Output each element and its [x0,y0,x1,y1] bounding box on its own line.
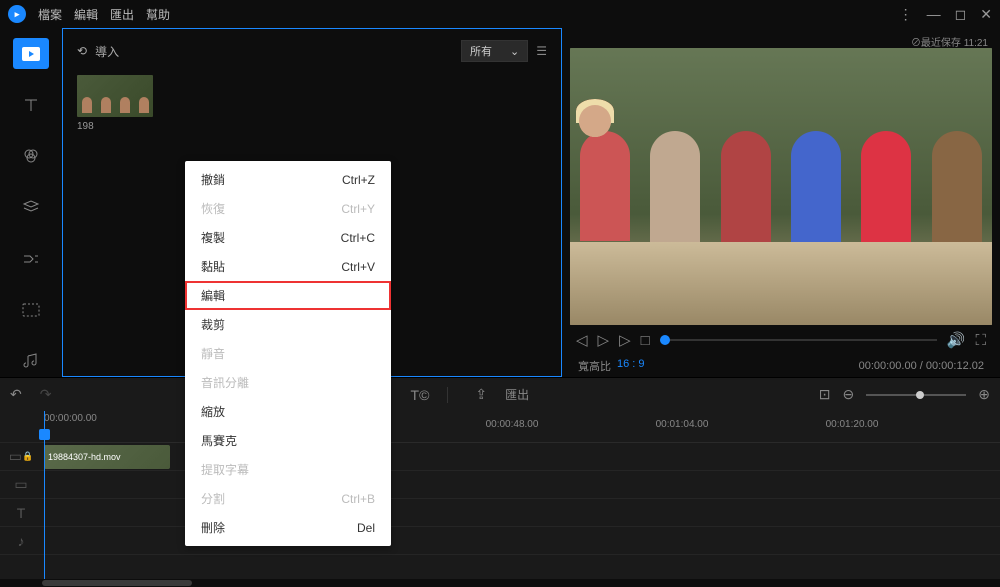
scrollbar-thumb[interactable] [42,580,192,586]
track-label-overlay[interactable]: ▭ [0,471,42,499]
fullscreen-icon[interactable]: ⛶ [975,332,986,349]
fit-icon[interactable]: ⊡ [819,386,831,403]
main-menu: 檔案 編輯 匯出 幫助 [38,6,170,23]
sidebar-item-element[interactable] [13,294,49,325]
zoom-out-icon[interactable]: ⊖ [843,386,855,403]
list-view-icon[interactable]: ☰ [536,44,547,58]
play-button[interactable]: ▷ [598,331,610,349]
media-panel: ⟲ 導入 所有 ⌄ ☰ 198 撤銷Ctrl+Z 恢復Ctrl+Y [62,28,562,377]
sidebar-item-transition[interactable] [13,243,49,274]
sidebar-item-filter[interactable] [13,141,49,172]
main-body: ⟲ 導入 所有 ⌄ ☰ 198 撤銷Ctrl+Z 恢復Ctrl+Y [0,28,1000,377]
chevron-down-icon: ⌄ [510,45,519,58]
titlebar-left: ▸ 檔案 編輯 匯出 幫助 [8,5,170,23]
ctx-paste[interactable]: 黏貼Ctrl+V [185,252,391,281]
track-label-audio[interactable]: ♪ [0,527,42,555]
filter-label: 所有 [470,43,492,59]
ctx-mute[interactable]: 靜音 [185,339,391,368]
timeline-toolbar: ↶ ↷ ⊞ ⛶ ⊙ 🎙 T© ⇪ 匯出 ⊡ ⊖ ⊕ [0,377,1000,411]
playback-controls: ◁ ▷ ▷ □ 🔊 ⛶ [570,325,992,355]
media-header: ⟲ 導入 所有 ⌄ ☰ [77,37,547,65]
time-display: 00:00:00.00 / 00:00:12.02 [859,360,984,372]
undo-icon[interactable]: ↶ [10,386,22,403]
more-icon[interactable]: ⋮ [899,6,913,23]
ruler-start-time: 00:00:00.00 [44,413,97,424]
track-label-text[interactable]: T [0,499,42,527]
timeline: ▭🔒 ▭ T ♪ 00:00:00.00 00:00:32.00 00:00:4… [0,411,1000,579]
sidebar-item-text[interactable] [13,89,49,120]
aspect-value[interactable]: 16 : 9 [617,358,645,374]
zoom-slider[interactable] [866,394,966,396]
ruler-mark: 00:01:04.00 [656,419,709,430]
sidebar-item-media[interactable] [13,38,49,69]
next-frame-button[interactable]: ▷ [619,331,631,349]
sidebar-item-overlay[interactable] [13,192,49,223]
menu-file[interactable]: 檔案 [38,6,62,23]
prev-frame-button[interactable]: ◁ [576,331,588,349]
ctx-mosaic[interactable]: 馬賽克 [185,426,391,455]
sidebar-item-audio[interactable] [13,346,49,377]
context-menu: 撤銷Ctrl+Z 恢復Ctrl+Y 複製Ctrl+C 黏貼Ctrl+V 編輯 裁… [185,161,391,546]
minimize-icon[interactable]: — [927,6,941,22]
thumbnail-label: 198 [77,121,153,132]
stop-button[interactable]: □ [641,332,650,349]
playhead[interactable] [44,411,45,579]
filter-dropdown[interactable]: 所有 ⌄ [461,40,528,62]
ctx-copy[interactable]: 複製Ctrl+C [185,223,391,252]
ctx-zoom[interactable]: 縮放 [185,397,391,426]
zoom-in-icon[interactable]: ⊕ [978,386,990,403]
autosave-label: ⊘最近保存 11:21 [570,34,992,48]
export-button[interactable]: 匯出 [505,386,529,403]
ctx-split[interactable]: 分割Ctrl+B [185,484,391,513]
maximize-icon[interactable]: ◻ [955,6,967,23]
ruler-mark: 00:00:48.00 [486,419,539,430]
ctx-redo[interactable]: 恢復Ctrl+Y [185,194,391,223]
app-logo: ▸ [8,5,26,23]
close-icon[interactable]: ✕ [980,6,992,23]
redo-icon[interactable]: ↷ [40,386,52,403]
sidebar [0,28,62,377]
menu-help[interactable]: 幫助 [146,6,170,23]
timeline-scrollbar[interactable] [0,579,1000,587]
text-tool-icon[interactable]: T© [411,387,430,403]
volume-icon[interactable]: 🔊 [947,331,966,349]
menu-export[interactable]: 匯出 [110,6,134,23]
titlebar: ▸ 檔案 編輯 匯出 幫助 ⋮ — ◻ ✕ [0,0,1000,28]
track-labels: ▭🔒 ▭ T ♪ [0,411,42,579]
ctx-edit[interactable]: 編輯 [185,281,391,310]
preview-viewport[interactable] [570,48,992,325]
import-icon[interactable]: ⟲ [77,44,87,58]
media-thumbnail[interactable]: 198 [77,75,153,132]
ctx-audio-detach[interactable]: 音訊分離 [185,368,391,397]
preview-panel: ⊘最近保存 11:21 ◁ ▷ ▷ □ 🔊 ⛶ 寬高比 [562,28,1000,377]
window-controls: ⋮ — ◻ ✕ [899,6,992,23]
thumbnail-image [77,75,153,117]
menu-edit[interactable]: 編輯 [74,6,98,23]
track-label-video[interactable]: ▭🔒 [0,443,42,471]
ctx-delete[interactable]: 刪除Del [185,513,391,542]
ruler-mark: 00:01:20.00 [826,419,879,430]
video-clip[interactable]: 19884307-hd.mov [44,445,170,469]
aspect-label: 寬高比 [578,358,611,374]
import-button[interactable]: 導入 [95,43,119,60]
playback-slider[interactable] [660,339,937,341]
ctx-undo[interactable]: 撤銷Ctrl+Z [185,165,391,194]
preview-info: 寬高比 16 : 9 00:00:00.00 / 00:00:12.02 [570,355,992,377]
ctx-subtitle[interactable]: 提取字幕 [185,455,391,484]
export-icon[interactable]: ⇪ [475,386,487,403]
ctx-crop[interactable]: 裁剪 [185,310,391,339]
